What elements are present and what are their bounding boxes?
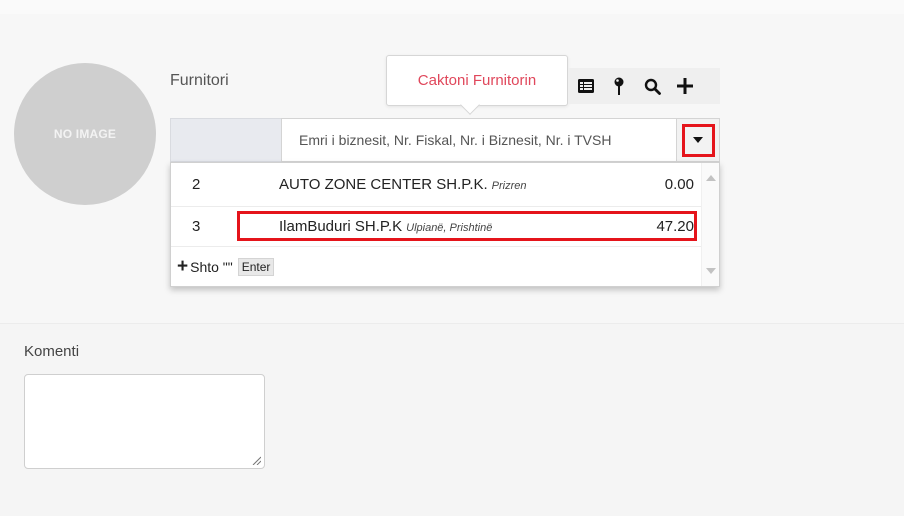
item-number: 2 <box>192 176 201 193</box>
map-pin-icon[interactable] <box>604 68 634 104</box>
search-icon[interactable] <box>637 68 667 104</box>
tooltip-text: Caktoni Furnitorin <box>417 72 537 89</box>
item-business-name: IlamBuduri SH.P.K <box>279 218 403 235</box>
item-amount: 0.00 <box>664 176 694 193</box>
item-business-name: AUTO ZONE CENTER SH.P.K. <box>279 176 488 193</box>
add-option-content: + Shto "" Enter <box>177 256 275 277</box>
item-city: Prizren <box>491 180 527 192</box>
comment-label: Komenti <box>24 343 80 360</box>
item-number: 3 <box>192 218 201 235</box>
supplier-prefix-box <box>170 118 281 162</box>
supplier-label: Furnitori <box>170 72 229 89</box>
scroll-up-icon[interactable] <box>706 175 716 181</box>
plus-icon[interactable] <box>670 68 700 104</box>
supplier-search-input[interactable] <box>281 118 677 162</box>
dropdown-scrollbar[interactable] <box>701 163 719 286</box>
enter-key-hint: Enter <box>237 258 275 276</box>
list-icon[interactable] <box>571 68 601 104</box>
list-item[interactable]: 3 IlamBuduri SH.P.K Ulpianë, Prishtinë 47… <box>171 206 702 246</box>
top-bar <box>0 0 904 14</box>
comment-textarea[interactable] <box>24 374 265 469</box>
dropdown-toggle-button[interactable] <box>677 118 720 162</box>
plus-icon: + <box>177 256 189 277</box>
add-option-text: Shto "" <box>190 259 233 275</box>
caret-down-icon <box>693 137 703 143</box>
tooltip: Caktoni Furnitorin <box>386 55 568 106</box>
scroll-down-icon[interactable] <box>706 268 716 274</box>
item-name: IlamBuduri SH.P.K Ulpianë, Prishtinë <box>279 218 492 235</box>
add-new-option[interactable]: + Shto "" Enter <box>171 246 702 286</box>
avatar[interactable]: NO IMAGE <box>14 63 156 205</box>
item-name: AUTO ZONE CENTER SH.P.K. Prizren <box>279 176 527 193</box>
supplier-dropdown-list: 2 AUTO ZONE CENTER SH.P.K. Prizren 0.00 3… <box>170 162 720 287</box>
avatar-placeholder-text: NO IMAGE <box>53 127 117 141</box>
divider <box>0 323 904 324</box>
supplier-toolbar <box>568 68 720 104</box>
list-item[interactable]: 2 AUTO ZONE CENTER SH.P.K. Prizren 0.00 <box>171 165 702 205</box>
item-amount: 47.20 <box>656 218 694 235</box>
dropdown-highlight <box>681 123 715 157</box>
resize-grip-icon[interactable] <box>251 455 261 465</box>
item-city: Ulpianë, Prishtinë <box>406 222 493 234</box>
